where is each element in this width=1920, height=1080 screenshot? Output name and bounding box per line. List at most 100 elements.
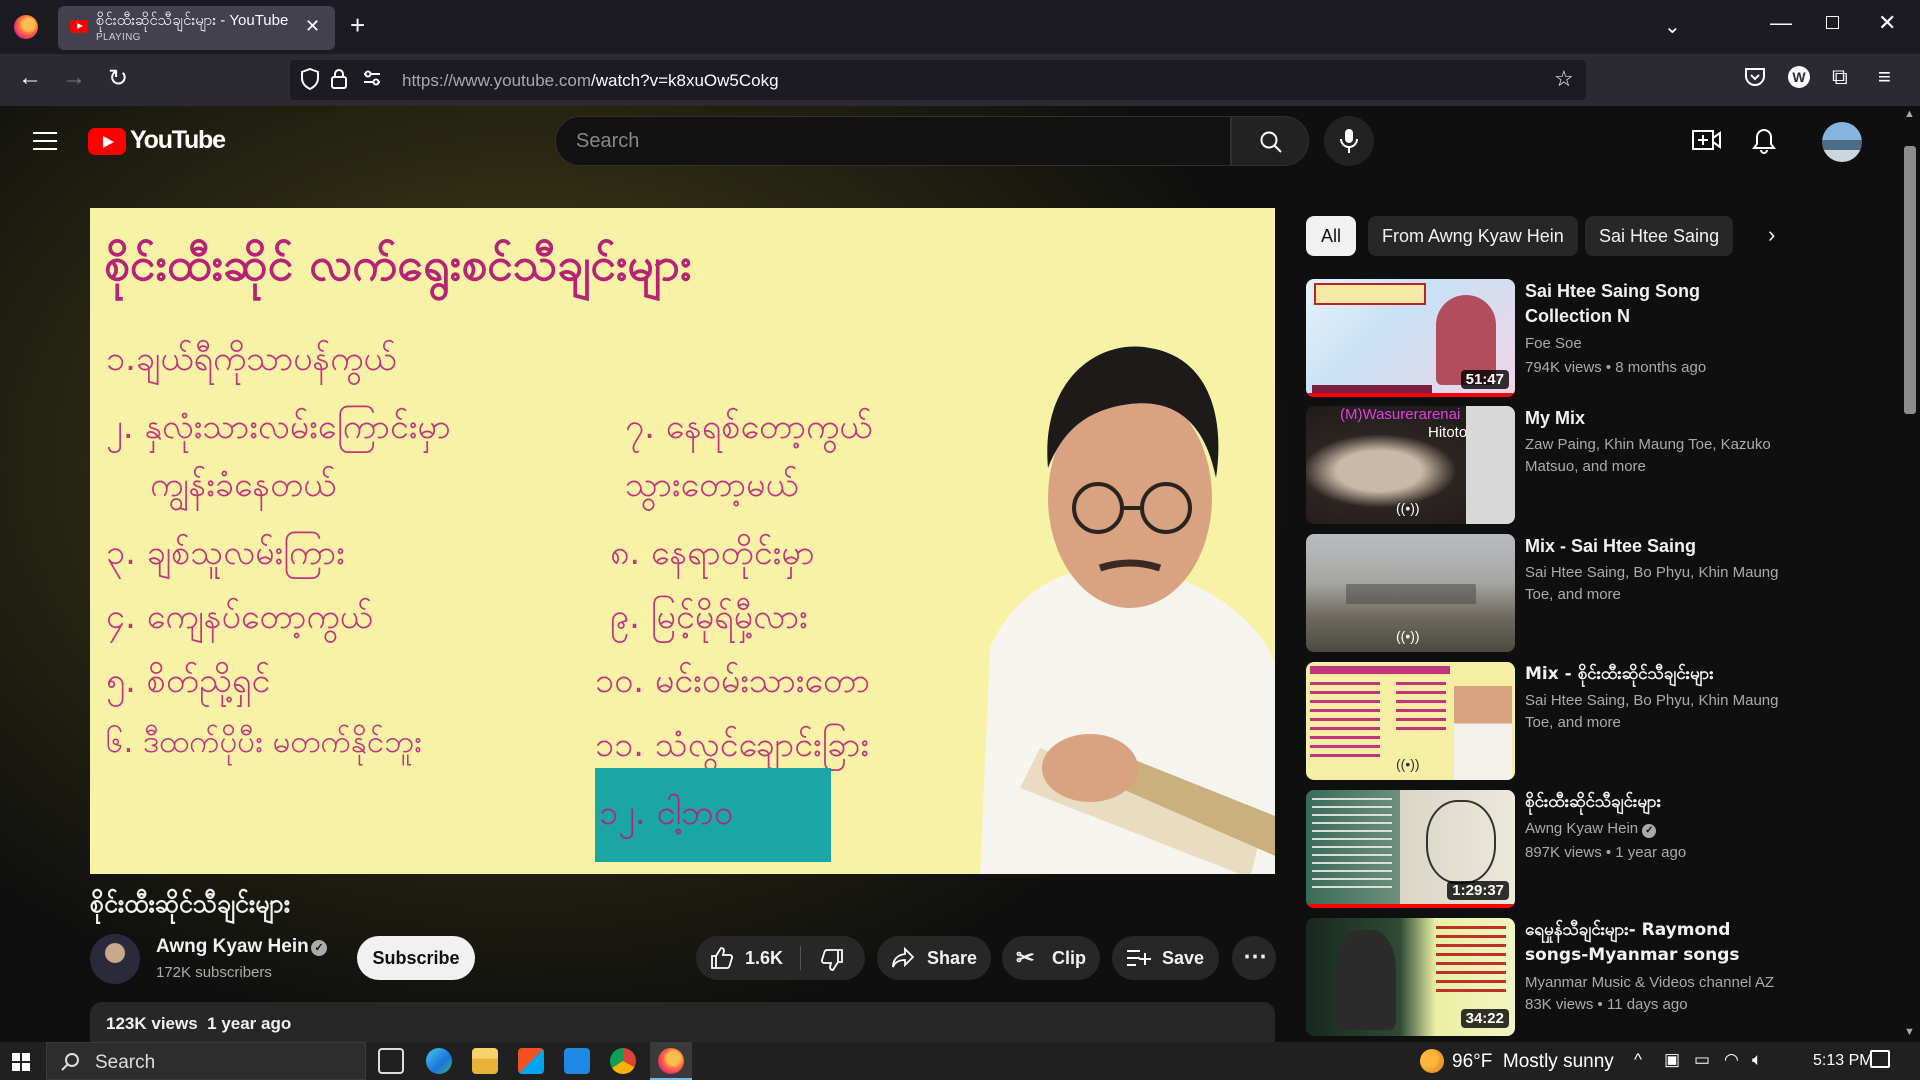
track-line: ၉. မြင့်မိုရ်မှီ့လား (610, 597, 808, 637)
notification-center-icon[interactable] (1870, 1050, 1890, 1068)
task-view-icon[interactable] (378, 1048, 404, 1074)
wifi-icon[interactable]: ◠ (1724, 1050, 1739, 1070)
recommendation-channel[interactable]: Sai Htee Saing, Bo Phyu, Khin Maung Toe,… (1525, 690, 1785, 734)
recommendation-item[interactable]: ((•)) Mix - Sai Htee Saing Sai Htee Sain… (1306, 534, 1786, 652)
battery-icon[interactable]: ▭ (1694, 1050, 1710, 1070)
recommendation-title[interactable]: စိုင်းထီးဆိုင်သီချင်းများ (1525, 790, 1785, 815)
browser-tab-youtube[interactable]: စိုင်းထီးဆိုင်သီချင်းများ - YouTube PLAY… (58, 6, 335, 50)
recommendation-title[interactable]: ရေမှုန်သီချင်းများ- Raymond songs-Myanma… (1525, 918, 1785, 968)
app-menu-icon[interactable]: ≡ (1878, 64, 1891, 90)
recommendation-item[interactable]: (M)Wasurerarenai Hitoto Nari ((•)) My Mi… (1306, 406, 1786, 524)
voice-search-button[interactable] (1324, 116, 1374, 166)
firefox-logo-icon[interactable] (14, 15, 38, 39)
video-thumbnail[interactable]: ((•)) (1306, 662, 1515, 780)
save-button[interactable]: Save (1112, 936, 1219, 980)
tab-title: စိုင်းထီးဆိုင်သီချင်းများ - YouTube (96, 12, 289, 29)
show-hidden-icons-chevron-icon[interactable]: ^ (1634, 1050, 1642, 1070)
more-actions-button[interactable]: ⋯ (1232, 936, 1276, 980)
weather-widget[interactable]: 96°F Mostly sunny (1452, 1051, 1614, 1073)
guide-menu-icon[interactable] (33, 132, 57, 150)
clip-button[interactable]: ✂ Clip (1002, 936, 1100, 980)
search-input[interactable] (576, 130, 1196, 153)
chrome-icon[interactable] (610, 1048, 636, 1074)
like-count[interactable]: 1.6K (745, 948, 783, 969)
video-thumbnail[interactable]: ((•)) (1306, 534, 1515, 652)
track-line: ၃. ချစ်သူလမ်းကြား (106, 533, 345, 573)
meet-now-icon[interactable]: ▣ (1664, 1050, 1680, 1070)
extensions-puzzle-icon[interactable]: ⧉ (1832, 64, 1848, 90)
video-thumbnail[interactable]: 34:22 (1306, 918, 1515, 1036)
recommendation-title[interactable]: Sai Htee Saing Song Collection N (1525, 279, 1785, 329)
volume-icon[interactable]: 🔈︎ (1752, 1050, 1762, 1070)
clip-label: Clip (1052, 948, 1086, 968)
scrollbar-thumb[interactable] (1904, 146, 1916, 414)
back-arrow-icon[interactable]: ← (18, 64, 42, 92)
taskbar-search-box[interactable]: Search (46, 1042, 366, 1080)
subscribe-button[interactable]: Subscribe (357, 936, 475, 980)
window-restore-icon[interactable] (1826, 16, 1839, 29)
permissions-icon[interactable] (362, 68, 382, 94)
weather-sun-icon[interactable] (1420, 1049, 1444, 1073)
reload-icon[interactable]: ↻ (108, 64, 128, 93)
video-thumbnail[interactable]: 1:29:37 (1306, 790, 1515, 908)
window-close-icon[interactable]: ✕ (1878, 10, 1896, 36)
chip-all[interactable]: All (1306, 216, 1356, 256)
recommendation-item[interactable]: ((•)) Mix - စိုင်းထီးဆိုင်သီချင်းများ Sa… (1306, 662, 1786, 780)
edge-browser-icon[interactable] (426, 1048, 452, 1074)
extension-w-icon[interactable]: W (1788, 66, 1810, 88)
pocket-icon[interactable] (1744, 66, 1766, 94)
list-all-tabs-chevron-icon[interactable]: ⌄ (1664, 14, 1681, 39)
recommendation-title[interactable]: Mix - စိုင်းထီးဆိုင်သီချင်းများ (1525, 662, 1785, 687)
taskbar-firefox-active[interactable] (650, 1042, 692, 1080)
account-avatar[interactable] (1822, 122, 1862, 162)
share-button[interactable]: Share (877, 936, 991, 980)
video-thumbnail[interactable]: (M)Wasurerarenai Hitoto Nari ((•)) (1306, 406, 1515, 524)
tab-close-icon[interactable]: ✕ (305, 16, 320, 37)
recommendation-title[interactable]: My Mix (1525, 406, 1785, 431)
chevron-right-icon[interactable]: › (1768, 222, 1775, 248)
thumb-singer (1336, 930, 1396, 1030)
dislike-button[interactable] (820, 948, 844, 977)
scroll-up-arrow-icon[interactable]: ▲ (1904, 108, 1915, 120)
create-video-icon[interactable] (1692, 128, 1722, 157)
recommendation-channel[interactable]: Sai Htee Saing, Bo Phyu, Khin Maung Toe,… (1525, 562, 1785, 606)
url-bar[interactable]: https://www.youtube.com/watch?v=k8xuOw5C… (290, 60, 1586, 100)
page-scrollbar[interactable]: ▲ ▼ (1900, 106, 1920, 1042)
tracking-shield-icon[interactable] (300, 67, 320, 96)
taskbar-clock[interactable]: 5:13 PM (1813, 1052, 1873, 1070)
lock-icon[interactable] (330, 68, 348, 96)
video-player[interactable]: စိုင်းထီးဆိုင် လက်ရွေးစင်သီချင်းများ ၁.ခ… (90, 208, 1275, 874)
recommendation-channel[interactable]: Myanmar Music & Videos channel AZ (1525, 972, 1785, 994)
youtube-logo-icon[interactable] (88, 128, 126, 155)
like-button[interactable] (710, 946, 734, 975)
new-tab-plus-icon[interactable]: + (350, 10, 365, 41)
recommendation-title[interactable]: Mix - Sai Htee Saing (1525, 534, 1785, 559)
thumb-caption-strip (1346, 584, 1476, 604)
forward-arrow-icon[interactable]: → (62, 64, 86, 92)
video-thumbnail[interactable]: 51:47 (1306, 279, 1515, 397)
url-text[interactable]: https://www.youtube.com/watch?v=k8xuOw5C… (402, 71, 779, 91)
window-minimize-icon[interactable]: — (1770, 10, 1792, 36)
recommendation-item[interactable]: 34:22 ရေမှုန်သီချင်းများ- Raymond songs-… (1306, 918, 1786, 1036)
recommendation-item[interactable]: 1:29:37 စိုင်းထီးဆိုင်သီချင်းများ Awng K… (1306, 790, 1786, 908)
file-explorer-icon[interactable] (472, 1048, 498, 1074)
chip-sai-htee-saing[interactable]: Sai Htee Saing (1585, 216, 1734, 256)
recommendation-channel[interactable]: Awng Kyaw Hein ✓ (1525, 818, 1785, 840)
youtube-logo-text[interactable]: YouTube (130, 126, 226, 155)
mail-icon[interactable] (564, 1048, 590, 1074)
recommendation-channel[interactable]: Foe Soe (1525, 333, 1785, 355)
recommendation-channel[interactable]: Zaw Paing, Khin Maung Toe, Kazuko Matsuo… (1525, 434, 1785, 478)
search-box[interactable] (555, 116, 1231, 166)
notifications-bell-icon[interactable] (1752, 128, 1776, 159)
scissors-icon: ✂ (1016, 945, 1035, 970)
description-box[interactable]: 123K views 1 year ago (90, 1002, 1275, 1042)
channel-name-link[interactable]: Awng Kyaw Hein (156, 936, 309, 958)
bookmark-star-icon[interactable]: ☆ (1554, 66, 1574, 92)
channel-avatar[interactable] (90, 934, 140, 984)
chip-from-channel[interactable]: From Awng Kyaw Hein (1368, 216, 1578, 256)
recommendation-item[interactable]: 51:47 Sai Htee Saing Song Collection N F… (1306, 279, 1786, 397)
search-button[interactable] (1231, 116, 1309, 166)
scroll-down-arrow-icon[interactable]: ▼ (1904, 1026, 1915, 1038)
microsoft-store-icon[interactable] (518, 1048, 544, 1074)
windows-start-icon[interactable] (12, 1053, 30, 1071)
